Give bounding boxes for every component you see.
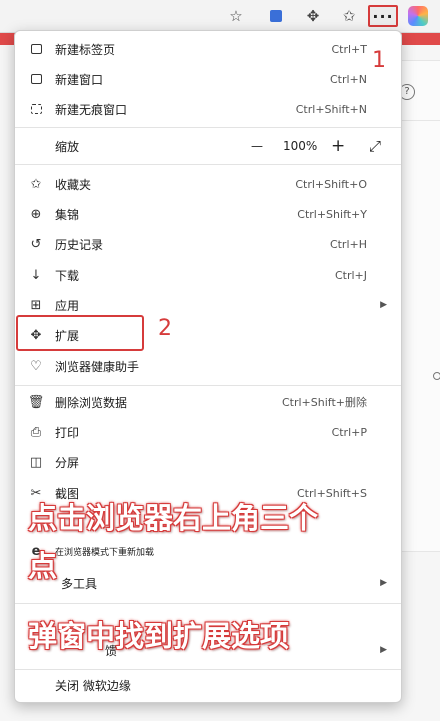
menu-item-ie-mode[interactable]: e 在浏览器模式下重新加载 [15,536,401,566]
settings-menu: 新建标签页 Ctrl+T 新建窗口 Ctrl+N 新建无痕窗口 Ctrl+Shi… [14,30,402,703]
menu-item-downloads[interactable]: ↓ 下载 Ctrl+J [15,260,401,290]
submenu-arrow-icon: ▶ [380,578,387,588]
menu-item-zoom: 缩放 — 100% + ⤢ [15,131,401,161]
delete-icon: 🗑 [27,394,45,410]
copilot-icon[interactable] [408,6,428,26]
menu-item-more-tools[interactable]: 多工具 ▶ [15,568,401,598]
zoom-out-button[interactable]: — [251,139,263,153]
menu-item-label: 关闭 微软边缘 [55,678,131,693]
menu-item-label: 新建窗口 [55,72,104,87]
menu-item-favorites[interactable]: ✩ 收藏夹 Ctrl+Shift+O [15,169,401,199]
menu-item-label: 浏览器健康助手 [55,359,140,374]
menu-item-split-screen[interactable]: ◫ 分屏 [15,447,401,477]
puzzle-icon[interactable]: ✥ [303,6,323,26]
menu-item-print[interactable]: ⎙ 打印 Ctrl+P [15,417,401,447]
split-screen-icon: ◫ [29,454,43,470]
menu-item-shortcut: Ctrl+Shift+删除 [281,396,367,409]
menu-item-label: 收藏夹 [55,177,92,192]
fullscreen-icon[interactable]: ⤢ [369,137,381,155]
menu-item-collections[interactable]: ⊕ 集锦 Ctrl+Shift+Y [15,199,401,229]
menu-item-shortcut: Ctrl+Shift+O [295,177,367,191]
menu-item-shortcut: Ctrl+P [331,425,367,439]
menu-item-clear-data[interactable]: 🗑 删除浏览数据 Ctrl+Shift+删除 [15,387,401,417]
menu-item-label: 下载 [55,268,80,283]
menu-item-label: 打印 [55,425,80,440]
menu-item-label: 新建标签页 [55,42,116,57]
more-options-button[interactable]: ··· [368,5,398,27]
menu-item-history[interactable]: ↺ 历史记录 Ctrl+H [15,229,401,259]
menu-item-label: 新建无痕窗口 [55,102,128,117]
menu-item-shortcut: Ctrl+J [334,268,367,282]
extension-badge-icon[interactable] [266,6,286,26]
browser-toolbar: ☆ ✥ ✩ ··· [0,0,440,33]
zoom-in-button[interactable]: + [331,136,345,156]
collections-icon: ⊕ [30,206,42,222]
menu-item-label: 应用 [55,298,80,313]
star-icon[interactable]: ☆ [226,6,246,26]
menu-item-shortcut: Ctrl+Shift+N [295,102,367,116]
menu-separator [15,603,401,604]
history-icon: ↺ [30,236,42,252]
menu-item-label: 截图 [55,486,80,501]
new-tab-icon [27,40,45,58]
menu-separator [15,164,401,165]
menu-item-shortcut: Ctrl+T [331,42,367,56]
menu-item-close-edge[interactable]: 关闭 微软边缘 [15,670,401,700]
menu-item-label: 集锦 [55,207,80,222]
caption-line-2: 点 [28,549,58,583]
zoom-value: 100% [283,139,318,153]
menu-item-label: 分屏 [55,455,80,470]
menu-item-label: 历史记录 [55,237,104,252]
apps-icon: ⊞ [30,297,42,313]
menu-item-shortcut: Ctrl+Shift+Y [297,207,367,221]
new-window-icon [27,70,45,88]
submenu-arrow-icon: ▶ [380,645,387,655]
step-number-2: 2 [158,316,172,341]
inprivate-icon [27,100,45,118]
caption-line-1: 点击浏览器右上角三个 [28,501,319,535]
extensions-highlight-box [16,315,144,351]
menu-separator [15,127,401,128]
health-icon: ♡ [30,358,42,374]
step-number-1: 1 [372,48,386,73]
menu-item-shortcut: Ctrl+Shift+S [297,486,367,500]
menu-item-shortcut: Ctrl+N [329,72,367,86]
menu-item-new-window[interactable]: 新建窗口 Ctrl+N [15,64,401,94]
menu-item-new-tab[interactable]: 新建标签页 Ctrl+T [15,34,401,64]
menu-item-label: 多工具 [61,576,98,591]
scroll-indicator[interactable] [433,372,440,380]
favorites-icon: ✩ [30,176,42,192]
favorites-icon[interactable]: ✩ [339,6,359,26]
print-icon: ⎙ [30,424,42,440]
download-icon: ↓ [30,267,42,283]
menu-item-new-inprivate[interactable]: 新建无痕窗口 Ctrl+Shift+N [15,94,401,124]
page-card [400,120,440,552]
menu-separator [15,385,401,386]
menu-item-label: 删除浏览数据 [55,395,128,410]
submenu-arrow-icon: ▶ [380,300,387,310]
menu-item-label: 缩放 [55,139,80,154]
menu-item-health-assistant[interactable]: ♡ 浏览器健康助手 [15,351,401,381]
menu-item-label: 在浏览器模式下重新加载 [55,547,155,558]
menu-item-shortcut: Ctrl+H [329,237,367,251]
caption-line-3: 弹窗中找到扩展选项 [28,619,290,653]
